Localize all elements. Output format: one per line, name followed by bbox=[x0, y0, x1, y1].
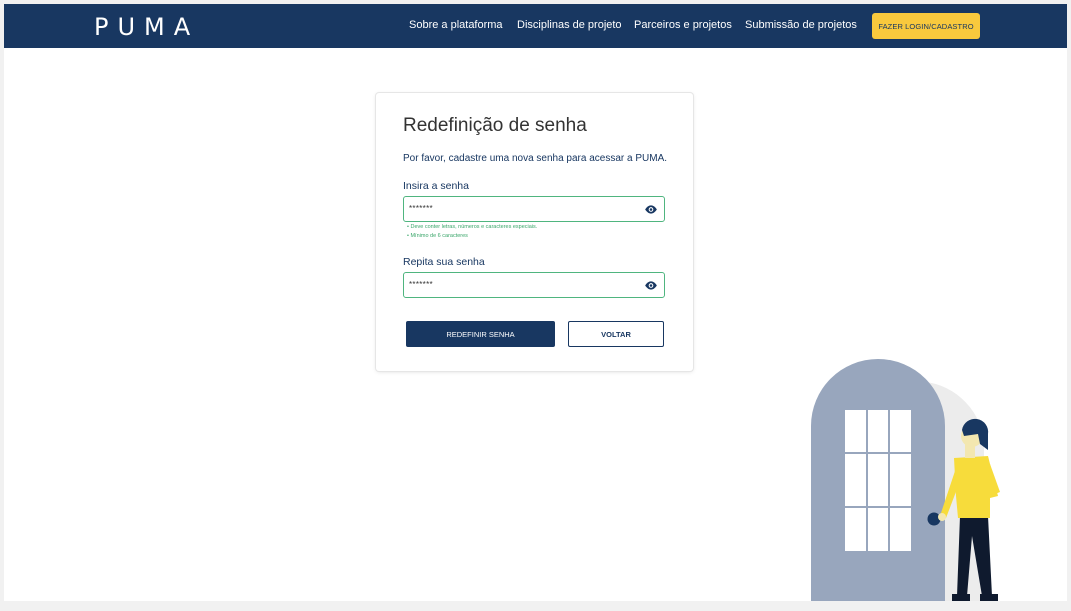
eye-icon[interactable] bbox=[644, 280, 658, 291]
confirm-password-label: Repita sua senha bbox=[403, 256, 485, 268]
card-title: Redefinição de senha bbox=[403, 115, 587, 136]
reset-password-button[interactable]: REDEFINIR SENHA bbox=[406, 321, 555, 347]
eye-icon[interactable] bbox=[644, 204, 658, 215]
nav-link-disciplines[interactable]: Disciplinas de projeto bbox=[517, 19, 622, 31]
back-button[interactable]: VOLTAR bbox=[568, 321, 664, 347]
top-navbar: PUMA Sobre a plataforma Disciplinas de p… bbox=[4, 4, 1067, 48]
password-field[interactable]: ******* bbox=[403, 196, 665, 222]
door-illustration bbox=[811, 359, 1000, 601]
password-label: Insira a senha bbox=[403, 180, 469, 192]
nav-link-about[interactable]: Sobre a plataforma bbox=[409, 19, 503, 31]
card-subtitle: Por favor, cadastre uma nova senha para … bbox=[403, 153, 668, 164]
puma-logo[interactable]: PUMA bbox=[94, 13, 199, 41]
hint-item: Mínimo de 6 caracteres bbox=[407, 232, 537, 241]
password-value: ******* bbox=[409, 204, 433, 213]
password-reset-card: Redefinição de senha Por favor, cadastre… bbox=[376, 93, 693, 371]
login-signup-button[interactable]: FAZER LOGIN/CADASTRO bbox=[872, 13, 980, 39]
password-hints: Deve conter letras, números e caracteres… bbox=[407, 223, 537, 241]
hint-item: Deve conter letras, números e caracteres… bbox=[407, 223, 537, 232]
nav-link-partners[interactable]: Parceiros e projetos bbox=[634, 19, 732, 31]
confirm-password-field[interactable]: ******* bbox=[403, 272, 665, 298]
page-frame: PUMA Sobre a plataforma Disciplinas de p… bbox=[4, 4, 1067, 601]
nav-link-submission[interactable]: Submissão de projetos bbox=[745, 19, 857, 31]
confirm-password-value: ******* bbox=[409, 280, 433, 289]
